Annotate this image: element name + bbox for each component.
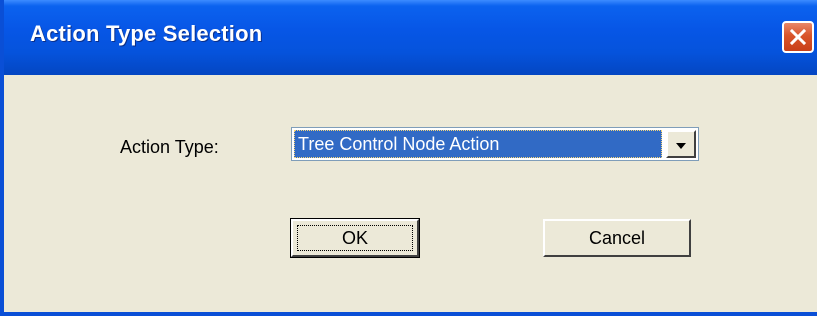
ok-button[interactable]: OK xyxy=(290,218,420,258)
cancel-button[interactable]: Cancel xyxy=(543,219,691,257)
dialog-window: Action Type Selection Action Type: Tree … xyxy=(0,0,817,316)
window-title: Action Type Selection xyxy=(30,21,263,46)
dropdown-button[interactable] xyxy=(666,130,696,158)
close-icon xyxy=(789,28,807,46)
title-bar[interactable]: Action Type Selection xyxy=(4,0,817,75)
dialog-body: Action Type: Tree Control Node Action OK… xyxy=(8,75,817,312)
action-type-selected-value[interactable]: Tree Control Node Action xyxy=(294,130,662,158)
ok-button-label: OK xyxy=(341,227,368,248)
chevron-down-icon xyxy=(675,135,687,154)
action-type-select[interactable]: Tree Control Node Action xyxy=(291,127,699,161)
action-type-label: Action Type: xyxy=(120,137,219,157)
cancel-button-label: Cancel xyxy=(588,227,646,248)
close-button[interactable] xyxy=(782,21,814,53)
